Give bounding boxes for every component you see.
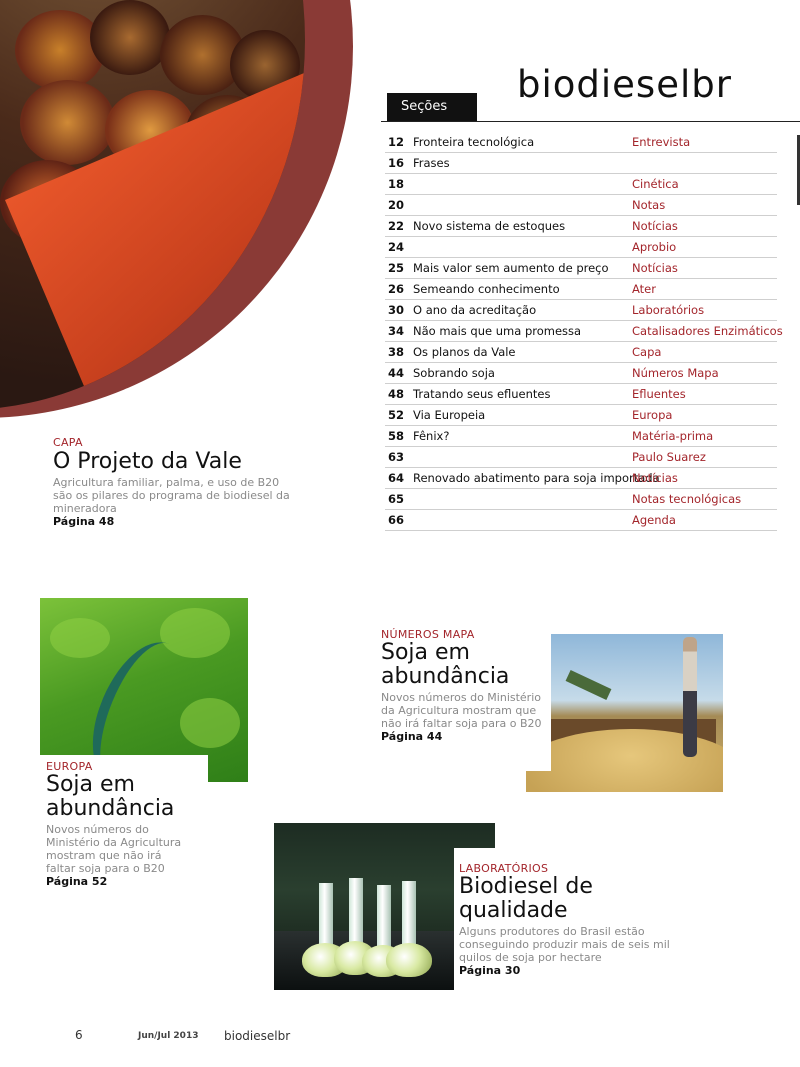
toc-row[interactable]: 22 Novo sistema de estoques Notícias	[385, 217, 777, 237]
toc-row[interactable]: 65 Notas tecnológicas	[385, 490, 777, 510]
toc-row[interactable]: 58 Fênix? Matéria-prima	[385, 427, 777, 447]
toc-page: 26	[388, 282, 405, 296]
toc-section: Notícias	[632, 471, 678, 485]
toc-title: Sobrando soja	[413, 366, 495, 380]
palm-fruit-photo	[0, 0, 305, 410]
story-description: Agricultura familiar, palma, e uso de B2…	[53, 476, 290, 515]
story-headline: Soja em abundância	[46, 772, 175, 821]
toc-page: 52	[388, 408, 405, 422]
toc-section: Europa	[632, 408, 673, 422]
toc-title: Semeando conhecimento	[413, 282, 560, 296]
story-kicker: CAPA	[53, 436, 83, 449]
toc-row[interactable]: 16 Frases	[385, 154, 777, 174]
story-description: Novos números do Ministério da Agricultu…	[381, 691, 542, 730]
footer-brand: biodieselbr	[224, 1029, 291, 1043]
toc-title: Fronteira tecnológica	[413, 135, 535, 149]
toc-row[interactable]: 44 Sobrando soja Números Mapa	[385, 364, 777, 384]
toc-page: 20	[388, 198, 405, 212]
toc-row[interactable]: 25 Mais valor sem aumento de preço Notícia…	[385, 259, 777, 279]
toc-row[interactable]: 12 Fronteira tecnológica Entrevista	[385, 133, 777, 153]
story-numeros-mapa[interactable]: NÚMEROS MAPA Soja em abundância Novos nú…	[381, 628, 551, 743]
toc-row[interactable]: 18 Cinética	[385, 175, 777, 195]
toc-title: O ano da acreditação	[413, 303, 537, 317]
story-capa[interactable]: CAPA O Projeto da Vale Agricultura famil…	[53, 436, 293, 528]
toc-row[interactable]: 38 Os planos da Vale Capa	[385, 343, 777, 363]
toc-section: Entrevista	[632, 135, 691, 149]
toc-section: Notas tecnológicas	[632, 492, 742, 506]
toc-page: 30	[388, 303, 405, 317]
toc-page: 34	[388, 324, 405, 338]
table-of-contents: 12 Fronteira tecnológica Entrevista 16 Frase…	[385, 133, 783, 532]
toc-section: Números Mapa	[632, 366, 719, 380]
toc-title: Os planos da Vale	[413, 345, 516, 359]
toc-page: 44	[388, 366, 405, 380]
toc-page: 65	[388, 492, 405, 506]
story-page-ref: Página 48	[53, 515, 115, 528]
toc-section: Aprobio	[632, 240, 677, 254]
toc-row[interactable]: 48 Tratando seus efluentes Efluentes	[385, 385, 777, 405]
toc-section: Catalisadores Enzimáticos	[632, 324, 783, 338]
toc-row[interactable]: 20 Notas	[385, 196, 777, 216]
footer-date: Jun/Jul 2013	[138, 1031, 199, 1041]
toc-title: Frases	[413, 156, 450, 170]
toc-section: Cinética	[632, 177, 679, 191]
toc-row[interactable]: 34 Não mais que uma promessa Catalisadores…	[385, 322, 783, 342]
toc-row[interactable]: 24 Aprobio	[385, 238, 777, 258]
toc-page: 48	[388, 387, 405, 401]
story-laboratorios[interactable]: LABORATÓRIOS Biodiesel de qualidade Algu…	[459, 862, 694, 977]
story-headline: Soja em abundância	[381, 640, 510, 689]
toc-page: 58	[388, 429, 405, 443]
story-headline: Biodiesel de qualidade	[459, 874, 593, 923]
toc-section: Paulo Suarez	[632, 450, 706, 464]
toc-page: 22	[388, 219, 405, 233]
toc-page: 18	[388, 177, 405, 191]
footer-page-number: 6	[75, 1028, 83, 1042]
toc-row[interactable]: 26 Semeando conhecimento Ater	[385, 280, 777, 300]
sections-tab: Seções	[387, 93, 477, 121]
toc-page: 24	[388, 240, 405, 254]
toc-title: Tratando seus efluentes	[413, 387, 551, 401]
toc-page: 25	[388, 261, 405, 275]
toc-section: Ater	[632, 282, 656, 296]
toc-row[interactable]: 52 Via Europeia Europa	[385, 406, 777, 426]
story-description: Novos números do Ministério da Agricultu…	[46, 823, 182, 875]
story-page-ref: Página 30	[459, 964, 521, 977]
toc-section: Efluentes	[632, 387, 686, 401]
toc-page: 63	[388, 450, 405, 464]
toc-section: Agenda	[632, 513, 676, 527]
toc-title: Fênix?	[413, 429, 450, 443]
toc-row[interactable]: 66 Agenda	[385, 511, 777, 531]
story-europa[interactable]: EUROPA Soja em abundância Novos números …	[46, 760, 206, 888]
toc-row[interactable]: 30 O ano da acreditação Laboratórios	[385, 301, 777, 321]
toc-title: Renovado abatimento para soja importada	[413, 471, 660, 485]
chute-shape	[565, 670, 612, 700]
toc-page: 38	[388, 345, 405, 359]
story-page-ref: Página 44	[381, 730, 443, 743]
toc-row[interactable]: 64 Renovado abatimento para soja importad…	[385, 469, 777, 489]
toc-title: Mais valor sem aumento de preço	[413, 261, 609, 275]
farmer-figure	[683, 637, 697, 757]
toc-page: 12	[388, 135, 405, 149]
story-description: Alguns produtores do Brasil estão conseg…	[459, 925, 670, 964]
cover-image	[0, 0, 360, 430]
toc-page: 66	[388, 513, 405, 527]
toc-section: Laboratórios	[632, 303, 705, 317]
toc-title: Novo sistema de estoques	[413, 219, 566, 233]
story-page-ref: Página 52	[46, 875, 108, 888]
toc-section: Capa	[632, 345, 662, 359]
toc-section: Notícias	[632, 219, 678, 233]
toc-title: Via Europeia	[413, 408, 486, 422]
toc-section: Matéria-prima	[632, 429, 714, 443]
toc-row[interactable]: 63 Paulo Suarez	[385, 448, 777, 468]
toc-page: 64	[388, 471, 405, 485]
toc-section: Notas	[632, 198, 666, 212]
toc-page: 16	[388, 156, 405, 170]
toc-title: Não mais que uma promessa	[413, 324, 582, 338]
toc-section: Notícias	[632, 261, 678, 275]
soybean-harvest-photo	[526, 634, 723, 792]
story-headline: O Projeto da Vale	[53, 449, 242, 474]
